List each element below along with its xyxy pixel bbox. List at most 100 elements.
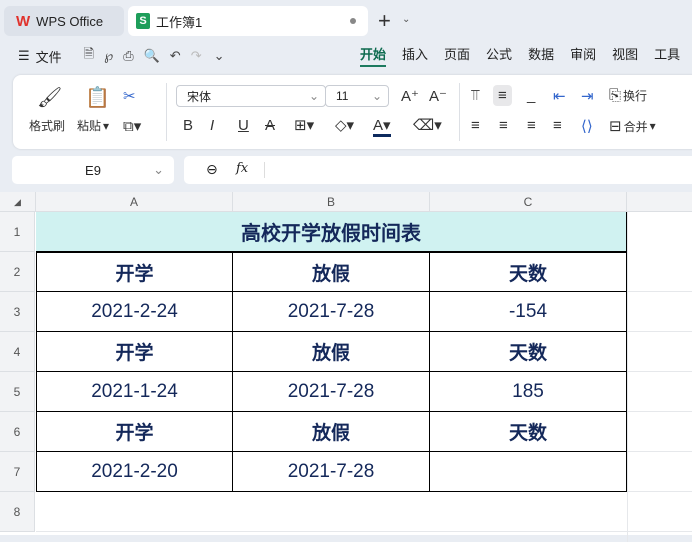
ribbon-tab-insert[interactable]: 插入: [402, 44, 428, 67]
paste-icon[interactable]: 📋: [85, 85, 110, 110]
tab-wps-office[interactable]: W WPS Office: [4, 6, 124, 36]
row-header-6[interactable]: 6: [0, 412, 35, 452]
merge-button[interactable]: ⊟ 合并 ▾: [609, 117, 656, 135]
chevron-down-icon: ⌄: [308, 89, 319, 103]
chevron-down-icon: ⌄: [371, 89, 382, 103]
merge-icon: ⊟: [609, 118, 622, 135]
undo-icon[interactable]: ↶: [170, 48, 181, 64]
cell-b6[interactable]: 放假: [233, 412, 430, 452]
align-middle-icon[interactable]: ≡: [493, 85, 512, 106]
formula-bar[interactable]: ⊖ fx: [184, 156, 692, 184]
cell-b2[interactable]: 放假: [233, 252, 430, 292]
cell-c4[interactable]: 天数: [430, 332, 627, 372]
redo-icon[interactable]: ↷: [191, 48, 202, 64]
cell-a2[interactable]: 开学: [36, 252, 233, 292]
column-header-b[interactable]: B: [233, 192, 430, 212]
cell-b3[interactable]: 2021-7-28: [233, 292, 430, 332]
name-box[interactable]: E9 ⌄: [12, 156, 174, 184]
row-header-4[interactable]: 4: [0, 332, 35, 372]
file-menu[interactable]: 文件: [36, 47, 62, 66]
paste-button[interactable]: 粘贴 ▾: [77, 117, 109, 134]
font-select[interactable]: 宋体 ⌄: [176, 85, 326, 107]
zoom-icon[interactable]: ⊖: [206, 161, 218, 178]
bold-icon[interactable]: B: [183, 117, 193, 134]
font-size-select[interactable]: 11 ⌄: [325, 85, 389, 107]
cell-c6[interactable]: 天数: [430, 412, 627, 452]
cell-b4[interactable]: 放假: [233, 332, 430, 372]
strikethrough-icon[interactable]: A: [265, 117, 275, 134]
new-tab-button[interactable]: +: [378, 8, 391, 34]
column-header-d[interactable]: [627, 192, 692, 212]
cell-a4[interactable]: 开学: [36, 332, 233, 372]
print-preview-icon[interactable]: 🔍: [144, 48, 160, 64]
increase-font-icon[interactable]: A⁺: [401, 87, 419, 105]
spreadsheet-grid[interactable]: ◢ A B C 高校开学放假时间表 1 2 3 4 5 6 7 8 开学 放假 天数 2021-2-2…: [0, 192, 692, 542]
cell-a3[interactable]: 2021-2-24: [36, 292, 233, 332]
italic-icon[interactable]: I: [210, 117, 214, 134]
underline-icon[interactable]: U: [238, 117, 249, 134]
save-icon[interactable]: 🗎: [84, 45, 94, 67]
select-all-button[interactable]: ◢: [0, 192, 36, 212]
increase-indent-icon[interactable]: ⇥: [581, 87, 594, 105]
format-painter-icon[interactable]: 🖌: [37, 85, 62, 110]
ribbon-tab-data[interactable]: 数据: [528, 44, 554, 67]
justify-icon[interactable]: ≡: [553, 117, 562, 134]
row-header-2[interactable]: 2: [0, 252, 35, 292]
decrease-font-icon[interactable]: A⁻: [429, 87, 447, 105]
align-center-icon[interactable]: ≡: [499, 117, 508, 134]
print-icon[interactable]: ⎙: [123, 48, 133, 64]
copy-icon[interactable]: ⧉▾: [123, 117, 141, 135]
column-header-c[interactable]: C: [430, 192, 627, 212]
title-cell[interactable]: 高校开学放假时间表: [36, 212, 627, 252]
cell-c3[interactable]: -154: [430, 292, 627, 332]
ribbon-tab-review[interactable]: 审阅: [570, 44, 596, 67]
cell-a6[interactable]: 开学: [36, 412, 233, 452]
clear-icon[interactable]: ⌫▾: [413, 116, 442, 134]
fx-icon[interactable]: fx: [236, 161, 248, 176]
wrap-text-button[interactable]: ⎘ 换行: [609, 87, 647, 104]
row-header-3[interactable]: 3: [0, 292, 35, 332]
font-value: 宋体: [187, 89, 212, 104]
cell-c2[interactable]: 天数: [430, 252, 627, 292]
merge-label: 合并: [623, 119, 648, 134]
row-header-7[interactable]: 7: [0, 452, 35, 492]
align-left-icon[interactable]: ≡: [471, 117, 480, 134]
align-top-icon[interactable]: ⫪: [471, 87, 479, 104]
ribbon-tab-formula[interactable]: 公式: [486, 44, 512, 67]
cell-b5[interactable]: 2021-7-28: [233, 372, 430, 412]
column-header-a[interactable]: A: [36, 192, 233, 212]
wrap-label: 换行: [623, 89, 648, 103]
tab-label: 工作簿1: [156, 14, 203, 30]
border-icon[interactable]: ⊞▾: [294, 116, 314, 134]
distribute-icon[interactable]: ⟨⟩: [581, 117, 593, 135]
ribbon-tab-home[interactable]: 开始: [360, 44, 387, 67]
format-painter-button[interactable]: 格式刷: [29, 117, 65, 134]
align-bottom-icon[interactable]: _: [527, 87, 535, 104]
wps-logo-icon: W: [16, 12, 31, 30]
cell-reference: E9: [85, 162, 101, 178]
cut-icon[interactable]: ✂: [123, 87, 136, 105]
more-chevron-icon[interactable]: ⌄: [214, 48, 225, 64]
wrap-icon: ⎘: [609, 87, 622, 104]
ribbon-tab-view[interactable]: 视图: [612, 44, 638, 67]
cell-c5[interactable]: 185: [430, 372, 627, 412]
ribbon-tab-tools[interactable]: 工具: [654, 44, 680, 67]
cell-a5[interactable]: 2021-1-24: [36, 372, 233, 412]
cell-a7[interactable]: 2021-2-20: [36, 452, 233, 492]
tab-workbook[interactable]: S 工作簿1: [128, 6, 368, 36]
fill-color-icon[interactable]: ◇▾: [335, 116, 354, 134]
decrease-indent-icon[interactable]: ⇤: [553, 87, 566, 105]
ribbon: 🖌 格式刷 📋 粘贴 ▾ ✂ ⧉▾ 宋体 ⌄ 11 ⌄ A⁺ A⁻ B I U A ⊞…: [13, 75, 692, 149]
share-icon[interactable]: ℘: [104, 48, 113, 64]
align-right-icon[interactable]: ≡: [527, 117, 536, 134]
row-header-5[interactable]: 5: [0, 372, 35, 412]
row-header-1[interactable]: 1: [0, 212, 35, 252]
menu-icon[interactable]: ☰: [18, 48, 30, 64]
menu-bar: ☰ 文件 🗎 ℘ ⎙ 🔍 ↶ ↷ ⌄ 开始 插入 页面 公式 数据 审阅 视图 …: [0, 44, 692, 68]
font-color-icon[interactable]: A▾: [373, 116, 391, 137]
tab-list-chevron-icon[interactable]: ⌄: [402, 14, 410, 25]
cell-c7[interactable]: [430, 452, 627, 492]
ribbon-tab-page[interactable]: 页面: [444, 44, 470, 67]
cell-b7[interactable]: 2021-7-28: [233, 452, 430, 492]
row-header-8[interactable]: 8: [0, 492, 35, 532]
